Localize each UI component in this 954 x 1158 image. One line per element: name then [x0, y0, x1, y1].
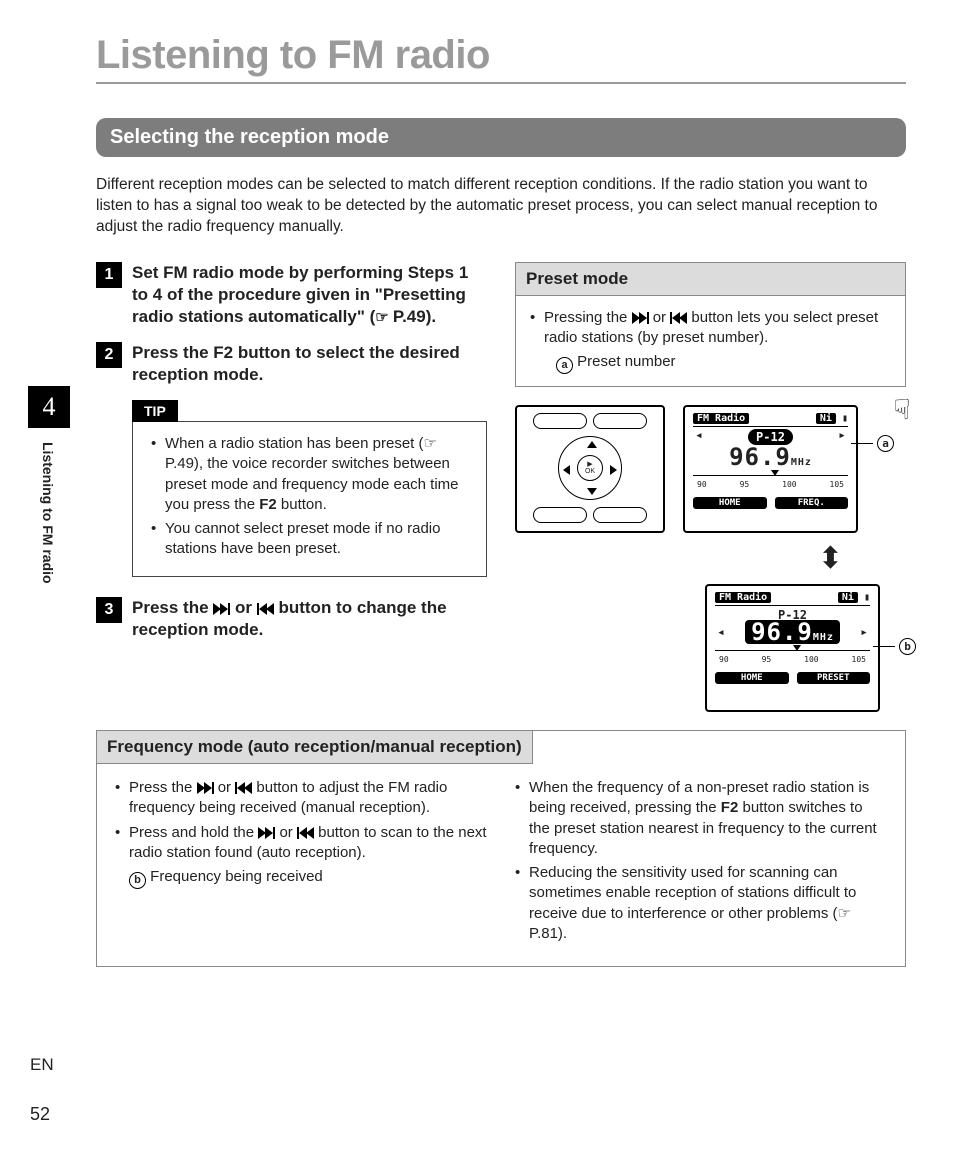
- step-1-text: Set FM radio mode by performing Steps 1 …: [132, 262, 487, 328]
- lcd-frequency-scale: 9095100105: [715, 650, 870, 670]
- left-arrow-icon: ◂: [717, 625, 725, 640]
- step-number: 2: [96, 342, 122, 368]
- step-1: 1 Set FM radio mode by performing Steps …: [96, 262, 487, 328]
- lcd-frequency-scale: 9095100105: [693, 475, 848, 495]
- lcd-mode-label: FM Radio: [715, 592, 771, 603]
- chapter-number: 4: [28, 386, 70, 428]
- step-3: 3 Press the or button to change the rece…: [96, 597, 487, 641]
- device-diagram: ☟ ▶OK: [515, 405, 665, 533]
- next-track-icon: [632, 312, 649, 324]
- step-2-text: Press the F2 button to select the desire…: [132, 342, 487, 386]
- lcd-mode-label: FM Radio: [693, 413, 749, 424]
- tip-label: TIP: [132, 400, 178, 422]
- list-item: Press the or button to adjust the FM rad…: [115, 778, 487, 819]
- callout-a-definition: a Preset number: [530, 352, 891, 374]
- battery-icon: Ni ▮: [838, 592, 870, 603]
- ok-button: ▶OK: [577, 455, 603, 481]
- page-title: Listening to FM radio: [96, 34, 906, 84]
- list-item: Reducing the sensitivity used for scanni…: [515, 863, 887, 944]
- battery-icon: Ni ▮: [816, 413, 848, 424]
- callout-b-definition: b Frequency being received: [129, 867, 487, 889]
- frequency-mode-right-list: When the frequency of a non-preset radio…: [515, 778, 887, 948]
- lcd-frequency: 96.9MHz: [693, 445, 848, 469]
- list-item: Press and hold the or button to scan to …: [115, 823, 487, 889]
- left-column: 1 Set FM radio mode by performing Steps …: [96, 262, 487, 712]
- lcd-preset-mode: FM Radio Ni ▮ ◂ P-12 ▸ 96.9MHz 909510010…: [683, 405, 858, 533]
- device-button: [533, 413, 587, 429]
- section-heading: Selecting the reception mode: [96, 118, 906, 157]
- step-number: 1: [96, 262, 122, 288]
- tip-item: You cannot select preset mode if no radi…: [151, 519, 472, 560]
- next-track-icon: [213, 603, 230, 615]
- device-button: [593, 507, 647, 523]
- next-track-icon: [197, 782, 214, 794]
- frequency-mode-left-list: Press the or button to adjust the FM rad…: [115, 778, 487, 948]
- page-language: EN: [30, 1055, 54, 1075]
- step-3-text: Press the or button to change the recept…: [132, 597, 487, 641]
- reference-icon: ☞: [375, 309, 393, 326]
- tip-item: When a radio station has been preset (☞ …: [151, 434, 472, 515]
- softkey-preset: PRESET: [797, 672, 871, 684]
- callout-b: b: [873, 638, 916, 655]
- pointing-hand-icon: ☟: [884, 391, 920, 427]
- device-button: [533, 507, 587, 523]
- mode-switch-arrow-icon: ⬍: [755, 541, 906, 576]
- next-track-icon: [258, 827, 275, 839]
- callout-a: a: [851, 435, 894, 452]
- step-number: 3: [96, 597, 122, 623]
- page-number: 52: [30, 1104, 50, 1125]
- prev-track-icon: [257, 603, 274, 615]
- left-arrow-icon: ◂: [695, 428, 703, 443]
- lcd-frequency-highlighted: 96.9MHz: [745, 620, 840, 644]
- callout-b-marker: b: [129, 872, 146, 889]
- lcd-frequency-mode: FM Radio Ni ▮ P-12 ◂ 96.9MHz ▸ 909510010…: [705, 584, 880, 712]
- softkey-home: HOME: [693, 497, 767, 509]
- softkey-home: HOME: [715, 672, 789, 684]
- side-tab: 4 Listening to FM radio: [28, 386, 74, 584]
- frequency-mode-panel: Frequency mode (auto reception/manual re…: [96, 730, 906, 967]
- device-button: [593, 413, 647, 429]
- dpad: ▶OK: [558, 436, 622, 500]
- list-item: When the frequency of a non-preset radio…: [515, 778, 887, 859]
- tip-box: When a radio station has been preset (☞ …: [132, 421, 487, 577]
- callout-a-marker: a: [556, 357, 573, 374]
- preset-panel-item: Pressing the or button lets you select p…: [530, 308, 891, 349]
- softkey-freq: FREQ.: [775, 497, 849, 509]
- side-running-head: Listening to FM radio: [40, 442, 56, 584]
- prev-track-icon: [670, 312, 687, 324]
- prev-track-icon: [235, 782, 252, 794]
- step-2: 2 Press the F2 button to select the desi…: [96, 342, 487, 386]
- right-arrow-icon: ▸: [838, 428, 846, 443]
- right-arrow-icon: ▸: [860, 625, 868, 640]
- preset-mode-heading: Preset mode: [515, 262, 906, 295]
- preset-mode-panel: Pressing the or button lets you select p…: [515, 295, 906, 387]
- right-column: Preset mode Pressing the or button lets …: [515, 262, 906, 712]
- frequency-mode-heading: Frequency mode (auto reception/manual re…: [97, 731, 533, 764]
- intro-paragraph: Different reception modes can be selecte…: [96, 175, 906, 238]
- prev-track-icon: [297, 827, 314, 839]
